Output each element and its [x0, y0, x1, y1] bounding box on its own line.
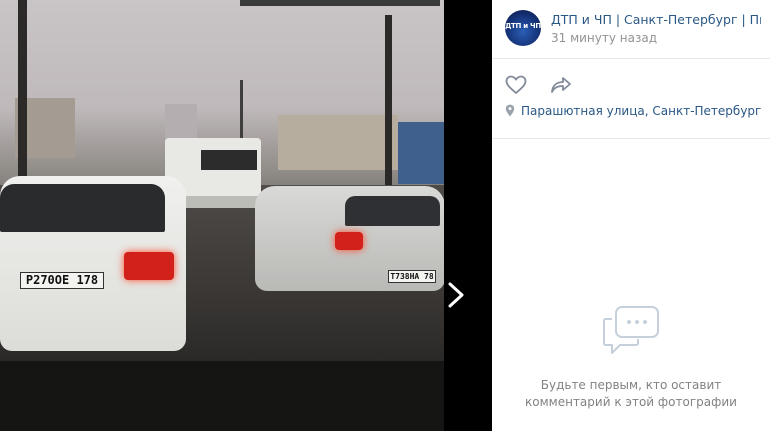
comments-empty-line2: комментарий к этой фотографии — [525, 395, 737, 409]
photo-area: T738HA 78 P270OE 178 — [0, 0, 492, 431]
comments-empty-line1: Будьте первым, кто оставит — [540, 378, 722, 392]
location-pin-icon — [505, 104, 515, 117]
car-left-taillight — [124, 252, 174, 280]
heart-icon — [505, 75, 527, 95]
plate-left: P270OE 178 — [20, 272, 104, 289]
divider — [492, 138, 770, 139]
photo-viewer: T738HA 78 P270OE 178 ДТП и ЧП ДТП и ЧП |… — [0, 0, 770, 431]
car-right-taillight — [335, 232, 363, 250]
plate-right: T738HA 78 — [388, 270, 436, 283]
avatar-text: ДТП и ЧП — [505, 22, 541, 30]
comments-empty-icon — [602, 305, 660, 357]
chevron-right-icon — [448, 282, 464, 308]
post-header: ДТП и ЧП ДТП и ЧП | Санкт-Петербург | Пи… — [492, 0, 770, 59]
car-left-window — [0, 184, 165, 232]
car-right: T738HA 78 — [255, 186, 444, 291]
comments-empty-text: Будьте первым, кто оставит комментарий к… — [492, 377, 770, 411]
avatar[interactable]: ДТП и ЧП — [505, 10, 541, 46]
building-right — [278, 115, 398, 170]
next-photo-button[interactable] — [444, 270, 472, 320]
share-icon — [551, 77, 571, 93]
bus-window — [201, 150, 257, 170]
location-text: Парашютная улица, Санкт-Петербург — [521, 104, 762, 118]
like-button[interactable] — [505, 75, 527, 95]
dashboard — [0, 361, 444, 431]
pole-left — [18, 0, 27, 180]
pole-top-bar — [240, 0, 440, 6]
share-button[interactable] — [550, 75, 572, 95]
pole-right — [385, 15, 392, 185]
sidebar: ДТП и ЧП ДТП и ЧП | Санкт-Петербург | Пи… — [492, 0, 770, 431]
building-blue — [398, 122, 444, 184]
car-left: P270OE 178 — [0, 176, 186, 351]
car-right-window — [345, 196, 440, 226]
location-link[interactable]: Парашютная улица, Санкт-Петербург — [505, 104, 761, 118]
photo[interactable]: T738HA 78 P270OE 178 — [0, 0, 444, 431]
author-name[interactable]: ДТП и ЧП | Санкт-Петербург | Пи… — [551, 12, 761, 27]
post-time[interactable]: 31 минуту назад — [551, 31, 657, 45]
